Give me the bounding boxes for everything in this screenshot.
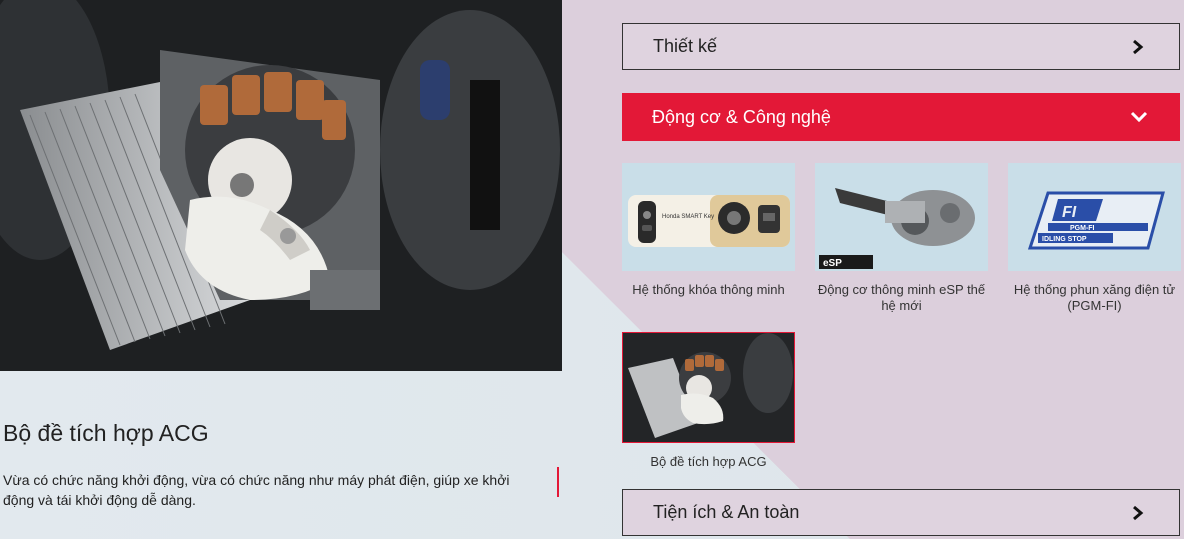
accordion-design[interactable]: Thiết kế (622, 23, 1180, 70)
feature-description: Vừa có chức năng khởi động, vừa có chức … (3, 472, 510, 508)
chevron-down-icon (1128, 106, 1150, 128)
smart-key-thumbnail: Honda SMART Key (622, 163, 795, 271)
svg-text:FI: FI (1062, 204, 1077, 221)
accordion-engine[interactable]: Động cơ & Công nghệ (622, 93, 1180, 141)
esp-logo-text: eSP (823, 258, 842, 269)
card-caption: Động cơ thông minh eSP thế hệ mới (817, 282, 986, 313)
feature-title: Bộ đề tích hợp ACG (3, 420, 209, 446)
accordion-utility-label: Tiện ích & An toàn (653, 502, 800, 522)
pgm-fi-thumbnail: FI PGM-FI IDLING STOP (1008, 163, 1181, 271)
card-caption: Bộ đề tích hợp ACG (650, 454, 767, 469)
accent-bar (557, 467, 559, 497)
feature-card-esp-engine[interactable]: eSP Động cơ thông minh eSP thế hệ mới (815, 163, 988, 314)
feature-card-smart-key[interactable]: Honda SMART Key Hệ thống khóa thông minh (622, 163, 795, 298)
accordion-design-label: Thiết kế (653, 36, 718, 56)
smart-key-logo-text: Honda SMART Key (662, 214, 714, 220)
feature-card-pgm-fi[interactable]: FI PGM-FI IDLING STOP Hệ thống phun xăng… (1008, 163, 1181, 314)
accordion-engine-label: Động cơ & Công nghệ (652, 106, 831, 127)
idling-stop-logo-text: IDLING STOP (1042, 236, 1087, 243)
card-caption: Hệ thống phun xăng điện tử (PGM-FI) (1013, 282, 1176, 313)
card-caption: Hệ thống khóa thông minh (632, 282, 785, 297)
feature-card-acg-starter[interactable]: Bộ đề tích hợp ACG (622, 332, 795, 470)
acg-starter-thumbnail (622, 332, 795, 443)
acg-starter-illustration (0, 0, 562, 371)
chevron-right-icon (1127, 36, 1149, 58)
chevron-right-icon (1127, 502, 1149, 524)
hero-image (0, 0, 562, 371)
esp-engine-thumbnail: eSP (815, 163, 988, 271)
accordion-utility-safety[interactable]: Tiện ích & An toàn (622, 489, 1180, 536)
pgm-fi-logo-text: PGM-FI (1070, 225, 1095, 232)
